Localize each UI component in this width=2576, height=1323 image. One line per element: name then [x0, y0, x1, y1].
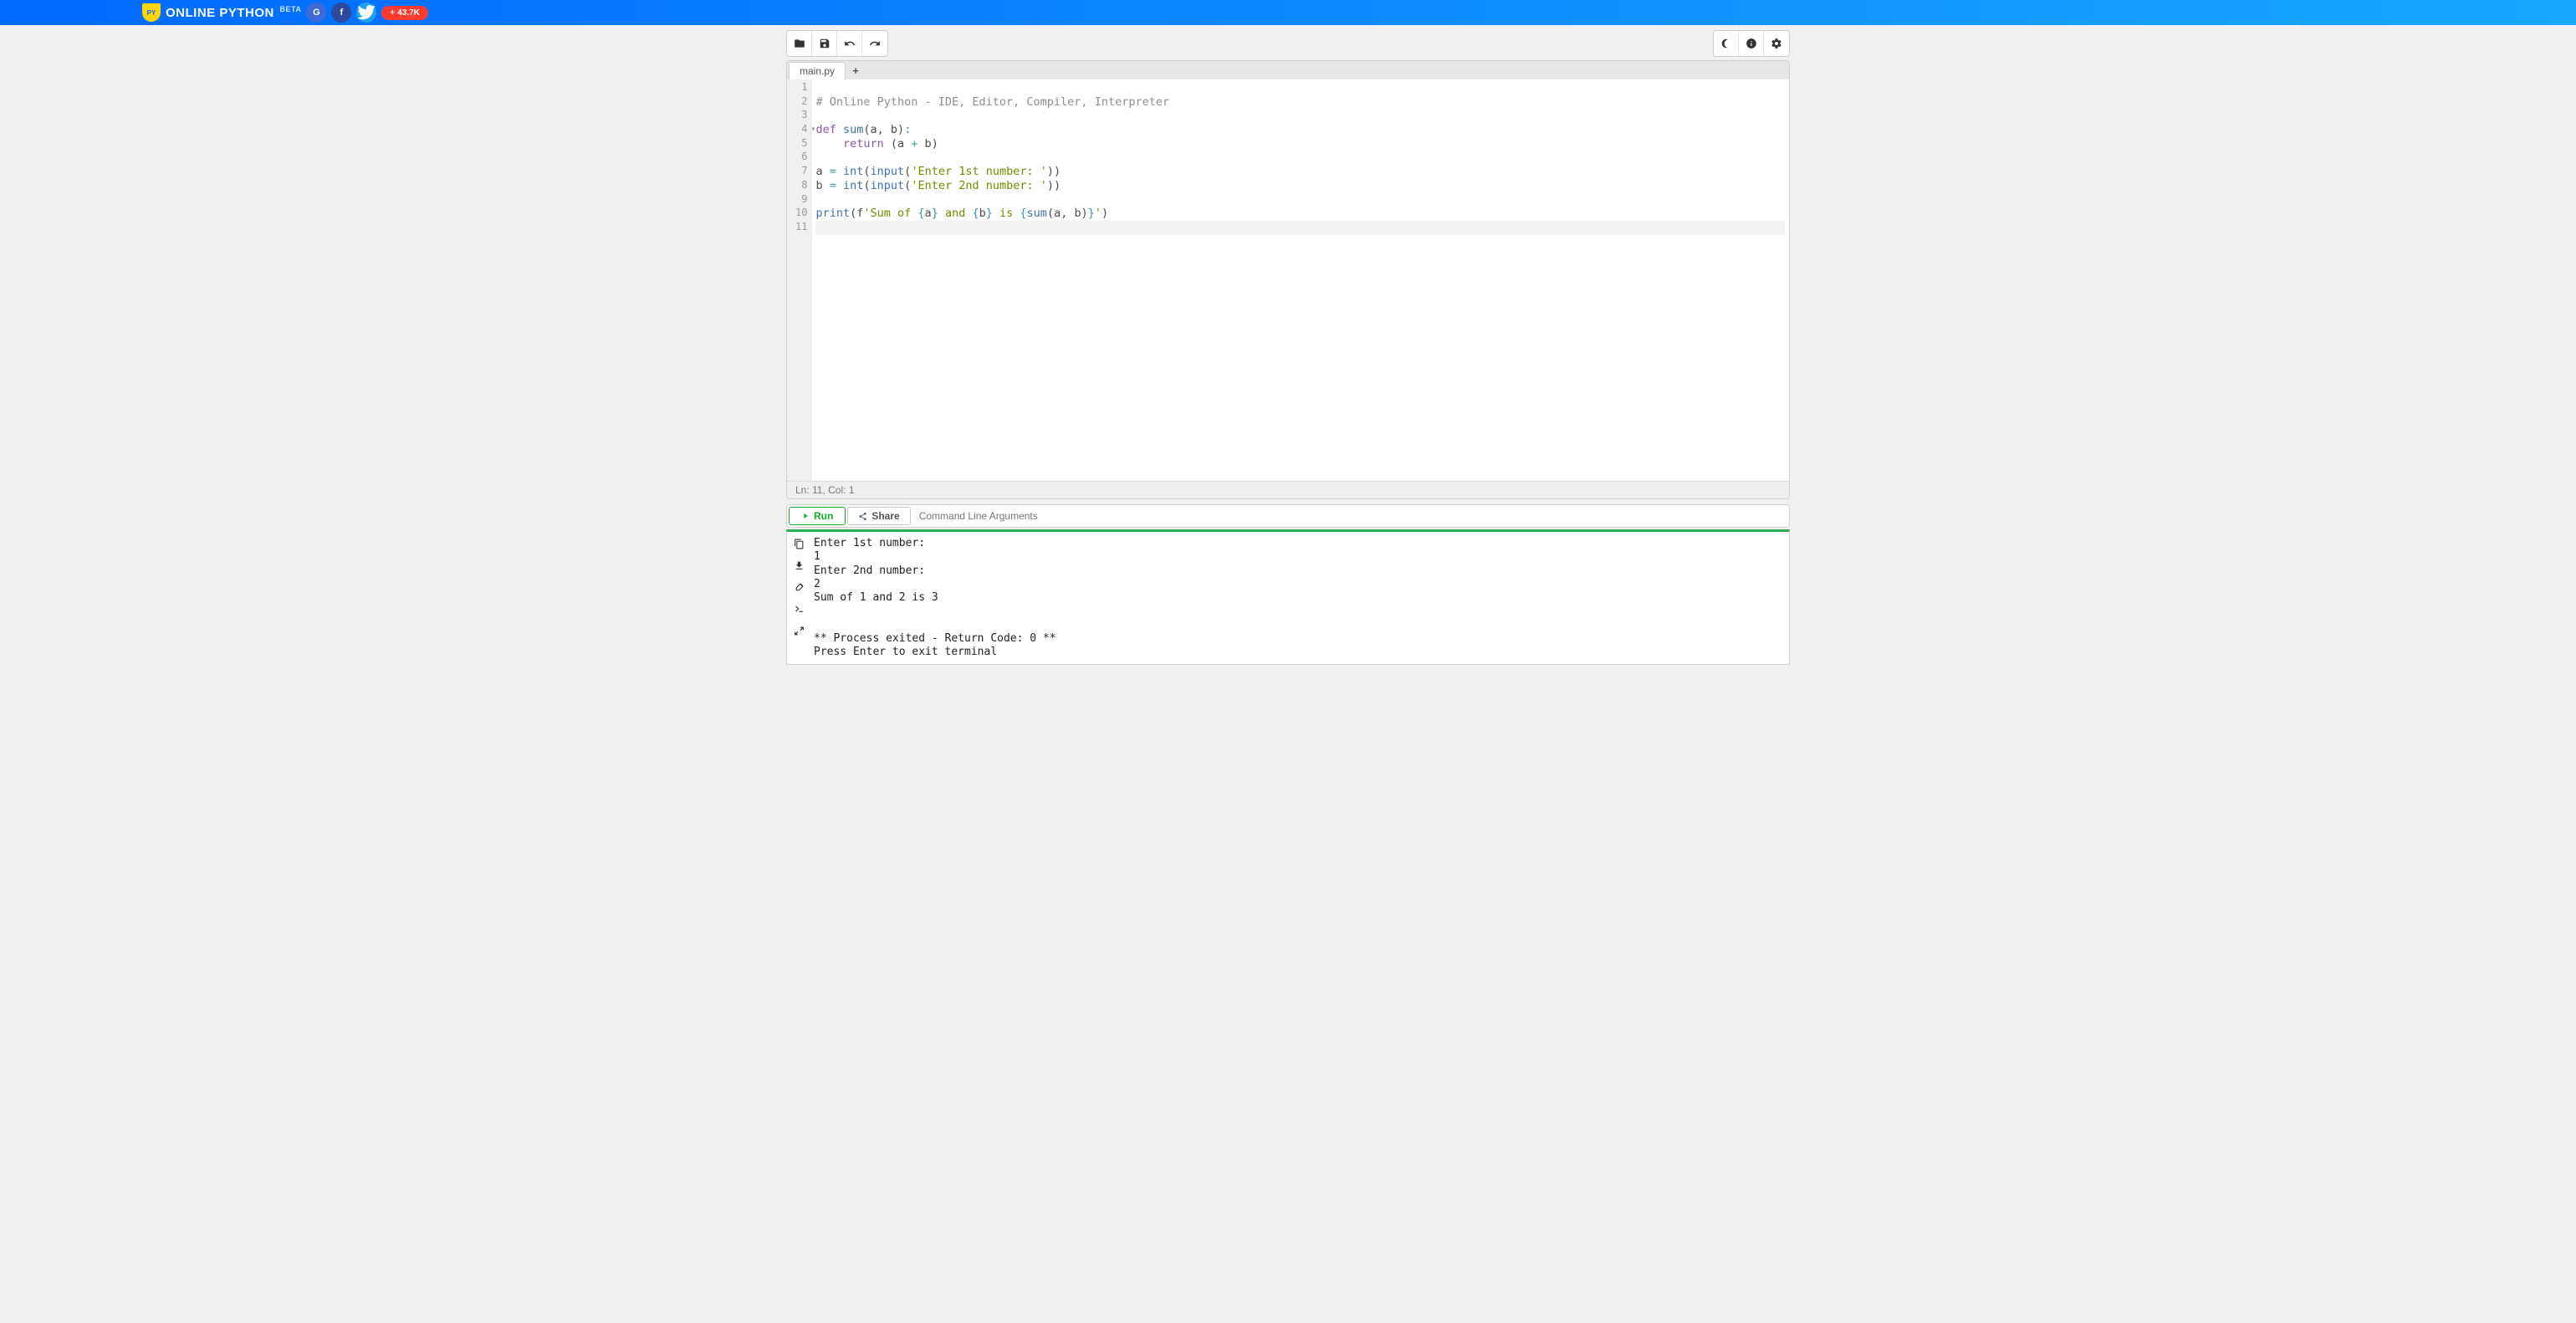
logo-badge-icon: PY: [142, 3, 161, 22]
logo[interactable]: PY ONLINE PYTHON BETA: [142, 3, 301, 22]
gear-icon: [1771, 38, 1782, 49]
expand-button[interactable]: [792, 624, 805, 637]
share-count-value: 43.7K: [397, 8, 420, 18]
run-button[interactable]: Run: [789, 507, 846, 525]
share-icon: [858, 512, 867, 521]
code-body[interactable]: # Online Python - IDE, Editor, Compiler,…: [812, 79, 1789, 481]
code-editor[interactable]: 1234▾567891011 # Online Python - IDE, Ed…: [787, 79, 1789, 481]
prompt-button[interactable]: [792, 602, 805, 616]
dark-mode-button[interactable]: [1714, 31, 1739, 56]
editor-panel: main.py + 1234▾567891011 # Online Python…: [786, 60, 1790, 499]
terminal-panel: Enter 1st number: 1 Enter 2nd number: 2 …: [786, 529, 1790, 665]
open-file-button[interactable]: [787, 31, 812, 56]
beta-badge: BETA: [280, 5, 302, 13]
run-label: Run: [814, 510, 833, 522]
gutter: 1234▾567891011: [787, 79, 812, 481]
moon-icon: [1720, 38, 1732, 49]
save-file-button[interactable]: [812, 31, 837, 56]
undo-icon: [844, 38, 856, 49]
redo-icon: [869, 38, 881, 49]
plus-icon: +: [852, 64, 859, 77]
plus-icon: +: [390, 8, 395, 18]
file-toolbar: [786, 30, 888, 57]
site-title: ONLINE PYTHON BETA: [166, 5, 301, 20]
google-icon[interactable]: G: [306, 3, 326, 23]
terminal-icon: [794, 604, 805, 615]
top-nav: PY ONLINE PYTHON BETA G f + 43.7K: [0, 0, 2576, 25]
save-icon: [819, 38, 831, 49]
undo-button[interactable]: [837, 31, 862, 56]
expand-icon: [794, 626, 805, 636]
action-bar: Run Share: [786, 504, 1790, 528]
tab-bar: main.py +: [787, 61, 1789, 79]
terminal-toolbar: [787, 532, 810, 664]
add-tab-button[interactable]: +: [846, 62, 866, 79]
twitter-icon[interactable]: [356, 3, 376, 23]
settings-button[interactable]: [1764, 31, 1789, 56]
copy-icon: [794, 539, 805, 549]
settings-toolbar: [1713, 30, 1790, 57]
download-button[interactable]: [792, 559, 805, 572]
toolbar: [786, 30, 1790, 57]
info-icon: [1745, 38, 1757, 49]
share-button[interactable]: Share: [847, 507, 910, 525]
clear-button[interactable]: [792, 580, 805, 594]
status-bar: Ln: 11, Col: 1: [787, 481, 1789, 498]
erase-icon: [794, 582, 805, 593]
cli-args-input[interactable]: [912, 505, 1789, 527]
play-icon: [801, 512, 810, 520]
tab-main[interactable]: main.py: [789, 62, 846, 79]
share-count-button[interactable]: + 43.7K: [381, 6, 428, 20]
facebook-icon[interactable]: f: [331, 3, 351, 23]
info-button[interactable]: [1739, 31, 1764, 56]
terminal-output[interactable]: Enter 1st number: 1 Enter 2nd number: 2 …: [810, 532, 1789, 664]
folder-open-icon: [794, 38, 805, 49]
share-label: Share: [871, 510, 899, 522]
download-icon: [794, 560, 805, 571]
copy-button[interactable]: [792, 537, 805, 550]
redo-button[interactable]: [862, 31, 887, 56]
